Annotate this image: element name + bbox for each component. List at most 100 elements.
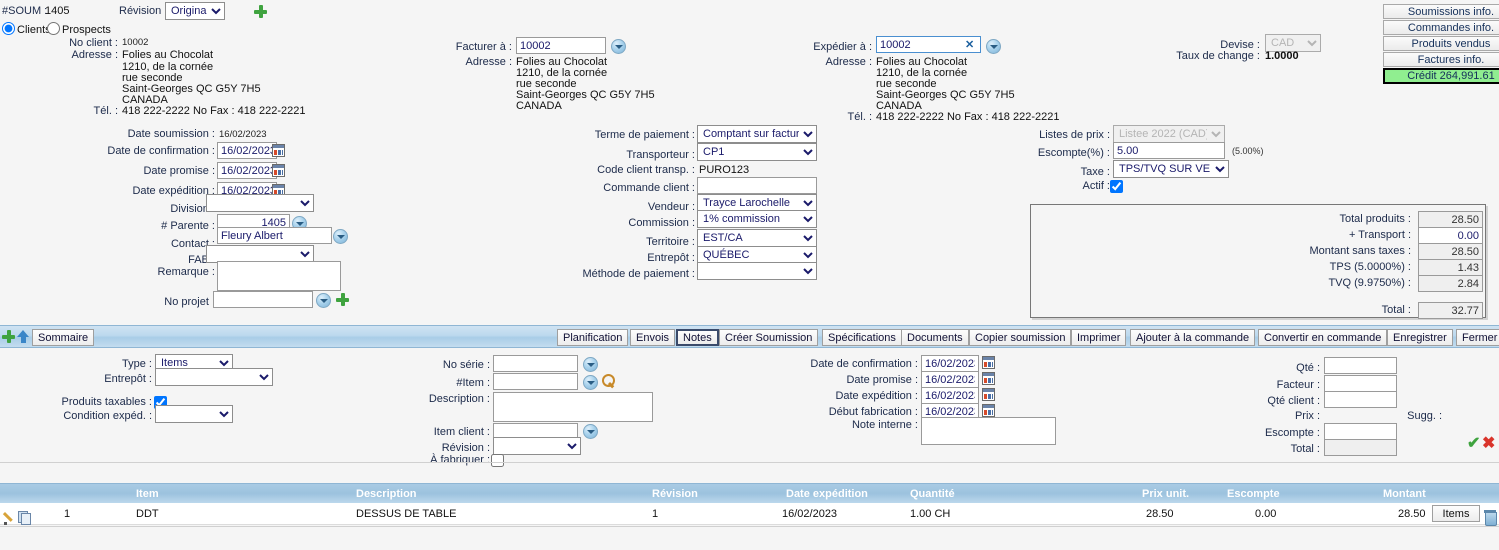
no-serie-input[interactable] <box>493 355 578 372</box>
actif-checkbox[interactable] <box>1110 180 1123 193</box>
radio-prospects[interactable]: Prospects <box>47 22 111 36</box>
facturer-dropdown-icon[interactable] <box>611 39 626 54</box>
cancel-icon[interactable]: ✖ <box>1482 436 1495 452</box>
detail-entrepot-label: Entrepôt : <box>104 373 152 385</box>
escompte-pct-label: Escompte(%) : <box>1037 147 1110 159</box>
commission-select[interactable]: 1% commission <box>697 210 817 228</box>
date-promise-input[interactable] <box>217 162 277 179</box>
no-projet-label: No projet : <box>164 296 215 308</box>
fab-label: FAB : <box>188 254 215 266</box>
date-confirmation-input[interactable] <box>217 142 277 159</box>
no-projet-input[interactable] <box>213 291 313 308</box>
a-fabriquer-label: À fabriquer : <box>430 454 490 466</box>
commandes-info-button[interactable]: Commandes info. <box>1383 20 1499 35</box>
close-icon[interactable]: ✕ <box>965 38 974 51</box>
contact-label: Contact : <box>170 238 215 250</box>
no-serie-dropdown-icon[interactable] <box>583 357 598 372</box>
detail-date-confirmation-calendar-icon[interactable] <box>982 356 995 369</box>
item-dropdown-icon[interactable] <box>583 375 598 390</box>
note-interne-textarea[interactable] <box>921 417 1056 445</box>
factures-info-button[interactable]: Factures info. <box>1383 52 1499 67</box>
sommaire-button[interactable]: Sommaire <box>32 329 95 346</box>
remarque-textarea[interactable] <box>217 261 341 291</box>
imprimer-button[interactable]: Imprimer <box>1071 329 1127 346</box>
specifications-button[interactable]: Spécifications <box>822 329 902 346</box>
debut-fabrication-calendar-icon[interactable] <box>982 404 995 417</box>
taxe-select[interactable]: TPS/TVQ SUR VENTES <box>1113 160 1229 178</box>
facturer-input[interactable] <box>516 37 606 54</box>
add-revision-icon[interactable] <box>254 5 267 18</box>
copier-soumission-button[interactable]: Copier soumission <box>969 329 1072 346</box>
methode-paiement-select[interactable] <box>697 262 817 280</box>
convertir-en-commande-button[interactable]: Convertir en commande <box>1258 329 1388 346</box>
total-produits-label: Total produits : <box>1339 213 1411 225</box>
detail-revision-select[interactable] <box>493 437 581 455</box>
item-client-dropdown-icon[interactable] <box>583 424 598 439</box>
date-soumission-label: Date soumission : <box>127 128 215 140</box>
ajouter-a-la-commande-button[interactable]: Ajouter à la commande <box>1130 329 1256 346</box>
tvq-value <box>1418 275 1483 292</box>
items-button[interactable]: Items <box>1432 505 1480 522</box>
contact-input[interactable] <box>217 227 332 244</box>
item-input[interactable] <box>493 373 578 390</box>
detail-date-confirmation-label: Date de confirmation : <box>810 358 918 370</box>
detail-revision-label: Révision : <box>441 442 490 454</box>
commande-client-input[interactable] <box>697 177 817 194</box>
fermer-button[interactable]: Fermer <box>1456 329 1499 346</box>
detail-date-promise-input[interactable] <box>921 371 979 388</box>
detail-date-promise-calendar-icon[interactable] <box>982 372 995 385</box>
radio-clients[interactable]: Clients <box>2 22 51 36</box>
description-textarea[interactable] <box>493 392 653 422</box>
no-projet-dropdown-icon[interactable] <box>316 293 331 308</box>
expedier-dropdown-icon[interactable] <box>986 39 1001 54</box>
territoire-select[interactable]: EST/CA <box>697 229 817 247</box>
facteur-input[interactable] <box>1324 375 1397 392</box>
detail-date-expedition-calendar-icon[interactable] <box>982 388 995 401</box>
col-revision: Révision <box>652 488 698 500</box>
soumissions-info-button[interactable]: Soumissions info. <box>1383 4 1499 19</box>
creer-soumission-button[interactable]: Créer Soumission <box>719 329 819 346</box>
transporteur-select[interactable]: CP1 <box>697 143 817 161</box>
parente-label: # Parente : <box>161 220 215 232</box>
escompte-pct-input[interactable] <box>1113 142 1225 159</box>
row-montant: 28.50 <box>1398 508 1426 520</box>
credit-button[interactable]: Crédit 264,991.61 <box>1383 68 1499 84</box>
qte-input[interactable] <box>1324 357 1397 374</box>
division-select[interactable] <box>206 194 314 212</box>
documents-button[interactable]: Documents <box>901 329 969 346</box>
radio-clients-input[interactable] <box>2 22 15 35</box>
radio-prospects-input[interactable] <box>47 22 60 35</box>
qte-label: Qté : <box>1296 362 1320 374</box>
detail-date-expedition-input[interactable] <box>921 387 979 404</box>
produits-vendus-button[interactable]: Produits vendus <box>1383 36 1499 51</box>
qte-client-input[interactable] <box>1324 391 1397 408</box>
remarque-label: Remarque : <box>157 266 215 278</box>
planification-button[interactable]: Planification <box>557 329 629 346</box>
enregistrer-button[interactable]: Enregistrer <box>1387 329 1453 346</box>
prix-label: Prix : <box>1294 410 1320 422</box>
condition-exped-select[interactable] <box>155 405 233 423</box>
detail-entrepot-select[interactable] <box>155 368 273 386</box>
date-promise-calendar-icon[interactable] <box>272 164 285 177</box>
listes-prix-select[interactable]: Listee 2022 (CAD) <box>1113 125 1225 143</box>
item-search-icon[interactable] <box>602 374 616 388</box>
toolbar-up-arrow-icon[interactable] <box>17 330 29 343</box>
revision-select[interactable]: Originale <box>165 2 225 20</box>
check-icon[interactable]: ✔ <box>1467 436 1480 452</box>
tps-value <box>1418 259 1483 276</box>
soum-label: #SOUM : <box>2 5 48 17</box>
no-projet-add-icon[interactable] <box>336 293 349 306</box>
detail-escompte-input[interactable] <box>1324 423 1397 440</box>
terme-paiement-select[interactable]: Comptant sur facturation <box>697 125 817 143</box>
table-row[interactable]: 1 DDT DESSUS DE TABLE 1 16/02/2023 1.00 … <box>0 503 1499 526</box>
detail-date-confirmation-input[interactable] <box>921 355 979 372</box>
toolbar-add-icon[interactable] <box>2 330 15 343</box>
actif-label: Actif : <box>1082 180 1110 192</box>
facturer-adresse-label: Adresse : <box>465 56 512 68</box>
notes-button[interactable]: Notes <box>676 329 719 346</box>
transport-input[interactable] <box>1418 227 1483 244</box>
a-fabriquer-checkbox[interactable] <box>491 454 504 467</box>
contact-dropdown-icon[interactable] <box>333 229 348 244</box>
envois-button[interactable]: Envois <box>630 329 676 346</box>
date-confirmation-calendar-icon[interactable] <box>272 144 285 157</box>
